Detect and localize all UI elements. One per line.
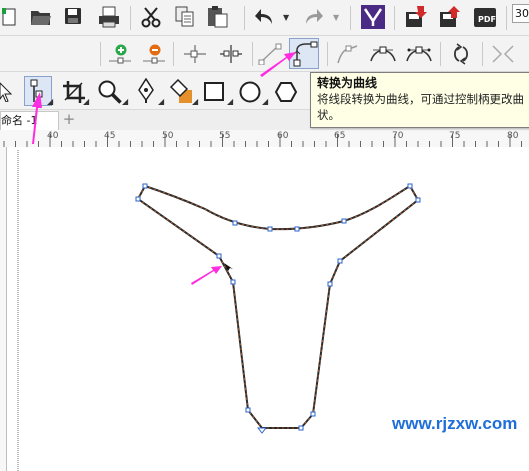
tooltip: 转换为曲线 将线段转换为曲线，可通过控制柄更改曲 状。: [310, 72, 529, 128]
node[interactable]: [232, 220, 238, 226]
shape-nodes[interactable]: [135, 183, 421, 431]
node[interactable]: [341, 218, 347, 224]
node[interactable]: [294, 226, 300, 232]
node[interactable]: [310, 411, 316, 417]
node[interactable]: [230, 279, 236, 285]
watermark: www.rjzxw.com: [392, 414, 518, 433]
shape-outline[interactable]: [136, 184, 420, 429]
tooltip-description-line2: 状。: [317, 108, 340, 122]
node[interactable]: [407, 183, 413, 189]
node[interactable]: [327, 281, 333, 287]
node[interactable]: [298, 425, 304, 431]
node[interactable]: [142, 183, 148, 189]
shape-outline-accent: [137, 185, 419, 429]
tooltip-description-line1: 将线段转换为曲线，可通过控制柄更改曲: [317, 92, 524, 106]
node[interactable]: [245, 407, 251, 413]
node[interactable]: [216, 253, 222, 259]
node[interactable]: [337, 258, 343, 264]
node[interactable]: [135, 196, 141, 202]
start-node-marker: [256, 427, 268, 434]
tooltip-title: 转换为曲线: [317, 76, 378, 90]
node[interactable]: [267, 226, 273, 232]
node[interactable]: [415, 197, 421, 203]
